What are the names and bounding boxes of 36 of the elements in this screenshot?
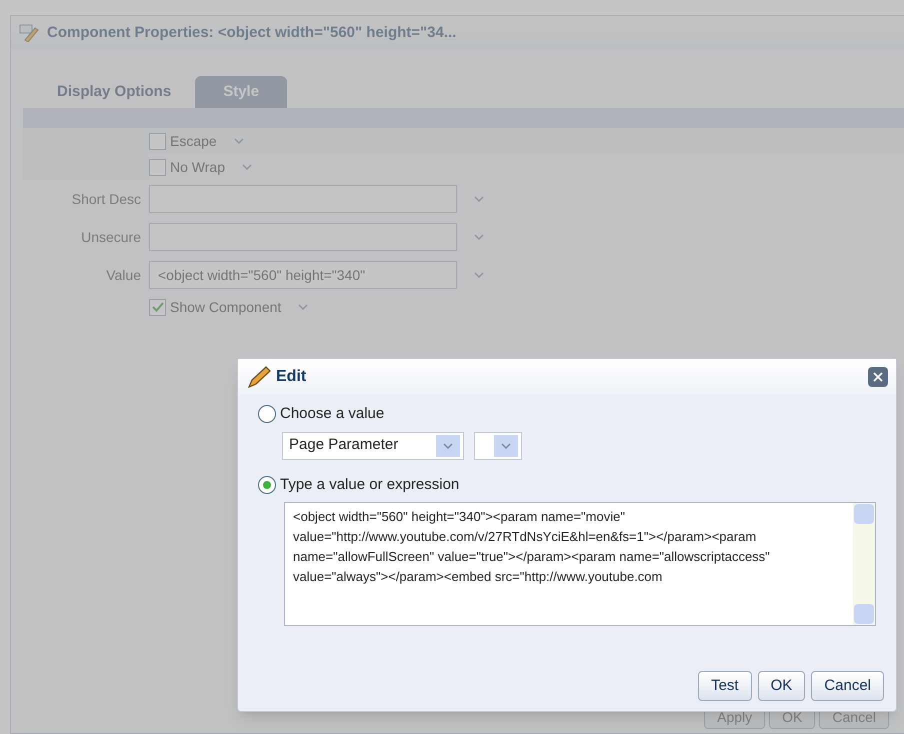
radio-button[interactable] bbox=[258, 476, 276, 494]
checkbox[interactable] bbox=[149, 132, 166, 150]
dropdown[interactable] bbox=[474, 432, 522, 460]
checkbox[interactable] bbox=[149, 298, 166, 316]
chevron-down-icon[interactable] bbox=[500, 442, 512, 450]
input-field[interactable] bbox=[149, 223, 457, 251]
chevron-down-icon[interactable] bbox=[473, 233, 485, 241]
radio-button[interactable] bbox=[258, 405, 276, 424]
field-label: Short Desc bbox=[70, 190, 141, 208]
chevron-down-icon[interactable] bbox=[442, 442, 454, 450]
field-label: Value bbox=[105, 266, 141, 284]
window-title: Component Properties: <object width="560" height="34... bbox=[47, 22, 456, 43]
checkbox-label: No Wrap bbox=[170, 158, 225, 177]
pencil-icon bbox=[246, 365, 272, 389]
radio-label: Type a value or expression bbox=[280, 474, 460, 494]
dialog-button[interactable]: OK bbox=[758, 671, 806, 701]
scrollbar[interactable] bbox=[853, 503, 875, 625]
chevron-down-icon[interactable] bbox=[297, 303, 310, 311]
checkbox[interactable] bbox=[149, 158, 166, 176]
dialog-button[interactable]: Cancel bbox=[811, 671, 884, 701]
chevron-down-icon[interactable] bbox=[232, 137, 245, 145]
pencil-icon bbox=[19, 24, 39, 42]
dialog-title: Edit bbox=[276, 367, 308, 387]
field-label: Unsecure bbox=[80, 228, 141, 246]
dialog-button[interactable]: Test bbox=[698, 671, 752, 701]
input-field[interactable] bbox=[149, 185, 457, 213]
close-button[interactable] bbox=[868, 367, 888, 387]
dropdown[interactable]: Page Parameter bbox=[282, 432, 464, 460]
chevron-down-icon[interactable] bbox=[473, 195, 485, 203]
checkbox-label: Show Component bbox=[170, 298, 282, 317]
chevron-down-icon[interactable] bbox=[240, 163, 253, 171]
radio-label: Choose a value bbox=[280, 404, 384, 424]
input-field[interactable]: <object width="560" height="340" bbox=[149, 261, 457, 289]
chevron-down-icon[interactable] bbox=[473, 271, 485, 279]
checkbox-label: Escape bbox=[170, 132, 217, 151]
close-icon bbox=[872, 371, 884, 383]
